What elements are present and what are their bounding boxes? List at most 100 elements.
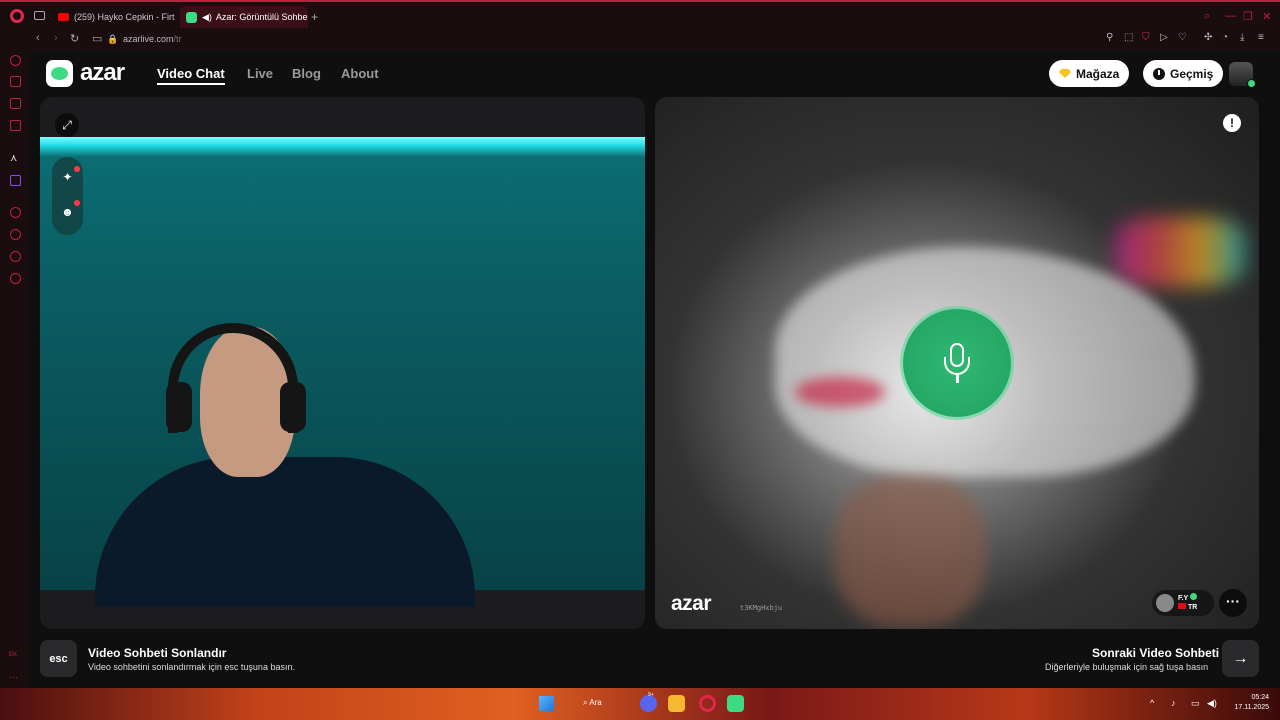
peer-name: F.Y	[1178, 593, 1198, 602]
messenger-icon[interactable]	[10, 98, 21, 109]
peer-country-code: TR	[1188, 604, 1198, 611]
store-button[interactable]: Mağaza	[1049, 60, 1130, 87]
maximize-icon[interactable]: ❐	[1243, 10, 1253, 23]
effects-toolbar: ✦ ☻	[52, 157, 83, 235]
notification-dot	[74, 166, 80, 172]
speaker-icon[interactable]: ◀)	[202, 12, 212, 23]
url-field[interactable]: azarlive.com/tr	[123, 34, 182, 44]
download-icon[interactable]: ⤓	[1240, 32, 1244, 43]
local-video-panel: ⤢ ✦ ☻	[40, 97, 645, 629]
windows-start-icon[interactable]	[539, 696, 554, 711]
azar-taskbar-icon[interactable]	[727, 695, 744, 712]
sidebar-label[interactable]: EK	[9, 652, 17, 658]
pin-icon[interactable]: ⚲	[1106, 32, 1113, 43]
microphone-button[interactable]	[903, 309, 1011, 417]
peer-avatar	[1156, 594, 1174, 612]
nav-about[interactable]: About	[341, 66, 379, 81]
clock-icon	[1153, 67, 1165, 80]
azar-logo-text[interactable]: azar	[80, 59, 125, 87]
profile-icon[interactable]: ◔	[1222, 32, 1228, 43]
menu-icon[interactable]: ≡	[1258, 32, 1264, 43]
browser-sidebar: ⋏ EK ···	[0, 50, 30, 688]
forward-icon[interactable]: ›	[54, 32, 58, 44]
microphone-icon-cup	[944, 357, 970, 375]
vpn-shield-icon[interactable]: ⛉	[1142, 32, 1150, 43]
aria-icon[interactable]	[10, 55, 21, 66]
sticker-face-icon[interactable]: ☻	[60, 205, 75, 220]
snapshot-icon[interactable]: ⬚	[1124, 32, 1133, 43]
nav-live[interactable]: Live	[247, 66, 273, 81]
peer-country: TR	[1178, 603, 1197, 611]
opera-gx-taskbar-icon[interactable]	[699, 695, 716, 712]
azar-app-icon[interactable]: ⋏	[10, 153, 21, 164]
history-label: Geçmiş	[1170, 66, 1214, 81]
next-chat-title: Sonraki Video Sohbeti	[1092, 646, 1220, 660]
discord-badge: 9+	[648, 692, 654, 698]
close-icon[interactable]: ✕	[1262, 10, 1271, 23]
gem-icon	[1059, 69, 1071, 78]
azar-page: azar Video Chat Live Blog About Mağaza G…	[30, 50, 1280, 688]
peer-name-text: F.Y	[1178, 595, 1189, 602]
end-chat-title: Video Sohbeti Sonlandır	[88, 646, 227, 660]
online-status-dot	[1247, 79, 1256, 88]
file-explorer-icon[interactable]	[668, 695, 685, 712]
player-icon[interactable]	[10, 207, 21, 218]
peer-profile-chip[interactable]: F.Y TR	[1152, 590, 1214, 616]
history-icon[interactable]	[10, 229, 21, 240]
whatsapp-icon[interactable]	[10, 120, 21, 131]
next-chat-subtitle: Diğerleriyle buluşmak için sağ tuşa bası…	[1045, 662, 1209, 672]
extensions-icon[interactable]: ✣	[1204, 32, 1212, 43]
tab-youtube[interactable]: (259) Hayko Cepkin - Firt	[52, 6, 176, 28]
blurred-background-objects	[1115, 217, 1245, 287]
next-arrow-button[interactable]: →	[1222, 640, 1259, 677]
minimize-icon[interactable]: —	[1225, 10, 1236, 22]
peer-user-id: t3KMgHxbju	[740, 604, 783, 612]
esc-key-button[interactable]: esc	[40, 640, 77, 677]
notification-dot	[74, 200, 80, 206]
report-icon[interactable]: !	[1223, 114, 1241, 132]
nav-blog[interactable]: Blog	[292, 66, 321, 81]
local-camera-feed	[40, 137, 645, 607]
taskbar-clock[interactable]: 05:24 17.11.2025	[1229, 693, 1269, 713]
camera-icon[interactable]: ▭	[92, 32, 102, 45]
play-icon[interactable]: ▷	[1160, 32, 1168, 43]
extensions-sidebar-icon[interactable]	[10, 251, 21, 262]
tray-volume-icon[interactable]: ◀)	[1207, 698, 1217, 709]
taskbar-search[interactable]: ⌕ Ara	[583, 698, 602, 708]
tray-network-icon[interactable]: ▭	[1191, 698, 1200, 709]
azar-watermark: azar	[671, 592, 712, 615]
tray-overflow-icon[interactable]: ^	[1150, 698, 1154, 708]
blurred-shoe-detail	[795, 377, 885, 407]
settings-icon[interactable]	[10, 273, 21, 284]
lock-icon[interactable]: 🔒	[107, 34, 118, 45]
browser-tab-bar: (259) Hayko Cepkin - Firt ◀) Azar: Görün…	[0, 0, 1280, 30]
tab-islands-icon[interactable]	[34, 11, 45, 20]
history-button[interactable]: Geçmiş	[1143, 60, 1224, 87]
remote-video-panel: ! azar t3KMgHxbju F.Y TR ···	[655, 97, 1259, 629]
store-label: Mağaza	[1076, 66, 1120, 81]
microphone-icon-stem	[956, 375, 959, 383]
search-icon[interactable]: ⌕	[1204, 10, 1210, 23]
clock-date: 17.11.2025	[1234, 704, 1269, 711]
taskbar-search-label: Ara	[589, 698, 602, 707]
address-bar: ‹ › ↻ ▭ 🔒 azarlive.com/tr ⚲ ⬚ ⛉ ▷ ♡ ✣ ◔ …	[0, 30, 1280, 50]
reload-icon[interactable]: ↻	[70, 32, 79, 45]
tab-title: Azar: Görüntülü Sohbe	[215, 12, 308, 22]
user-avatar[interactable]	[1229, 62, 1256, 88]
home-icon[interactable]	[10, 76, 21, 87]
azar-logo-icon[interactable]	[46, 60, 73, 87]
tray-mic-icon[interactable]: ♪	[1171, 698, 1176, 708]
headset-ear-left	[166, 382, 192, 432]
nav-video-chat[interactable]: Video Chat	[157, 66, 225, 85]
chat-bubble-icon[interactable]: ···	[1219, 589, 1247, 617]
heart-icon[interactable]: ♡	[1178, 32, 1187, 43]
headset-ear-right	[280, 382, 306, 432]
sparkle-filter-icon[interactable]: ✦	[60, 170, 75, 185]
tab-azar[interactable]: ◀) Azar: Görüntülü Sohbe	[180, 6, 308, 28]
expand-icon[interactable]: ⤢	[55, 113, 79, 137]
new-tab-plus-icon[interactable]: +	[311, 10, 318, 24]
opera-logo-icon[interactable]	[10, 9, 24, 23]
more-icon[interactable]: ···	[9, 672, 18, 682]
back-icon[interactable]: ‹	[36, 32, 40, 44]
twitch-icon[interactable]	[10, 175, 21, 186]
